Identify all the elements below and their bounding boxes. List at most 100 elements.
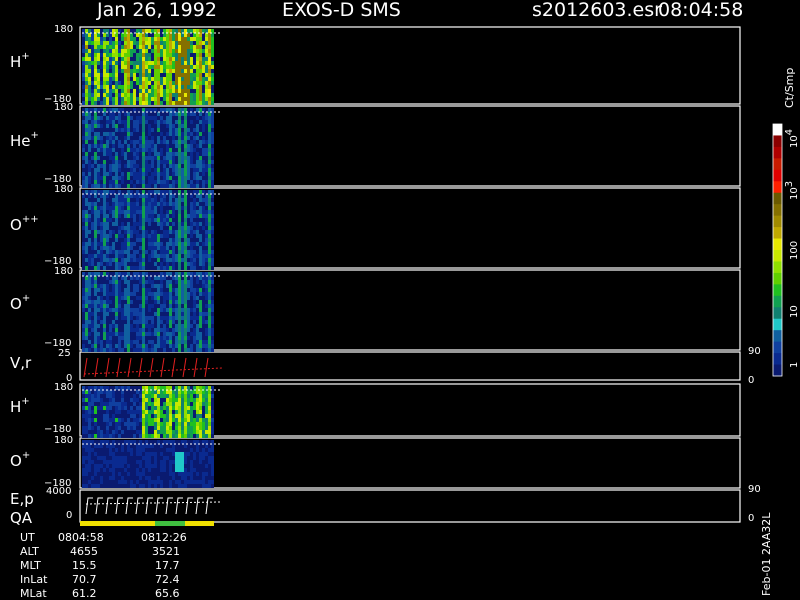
spectrogram-cell	[124, 85, 127, 89]
orbit-row-v1: 0804:58	[58, 531, 104, 544]
spectrogram-cell	[85, 168, 88, 172]
spectrogram-cell	[136, 190, 139, 194]
spectrogram-cell	[166, 426, 169, 430]
spectrogram-cell	[121, 73, 124, 77]
spectrogram-cell	[124, 190, 127, 194]
spectrogram-cell	[178, 414, 181, 418]
spectrogram-cell	[130, 108, 133, 112]
spectrogram-cell	[151, 390, 154, 394]
spectrogram-cell	[94, 218, 97, 222]
spectrogram-cell	[148, 116, 151, 120]
spectrogram-cell	[139, 33, 142, 37]
spectrogram-cell	[202, 246, 205, 250]
spectrogram-cell	[199, 250, 202, 254]
spectrogram-cell	[175, 288, 178, 292]
spectrogram-cell	[178, 124, 181, 128]
spectrogram-cell	[160, 440, 163, 444]
spectrogram-cell	[205, 152, 208, 156]
spectrogram-cell	[184, 81, 187, 85]
spectrogram-cell	[211, 218, 214, 222]
spectrogram-cell	[133, 484, 136, 488]
spectrogram-cell	[199, 37, 202, 41]
spectrogram-cell	[127, 206, 130, 210]
spectrogram-cell	[202, 406, 205, 410]
spectrogram-cell	[139, 194, 142, 198]
spectrogram-cell	[151, 172, 154, 176]
qa-bar-yellow	[80, 521, 214, 526]
spectrogram-cell	[121, 410, 124, 414]
spectrogram-cell	[103, 97, 106, 101]
spectrogram-cell	[193, 448, 196, 452]
spectrogram-cell	[97, 184, 100, 188]
spectrogram-cell	[172, 93, 175, 97]
spectrogram-cell	[127, 434, 130, 438]
spectrogram-cell	[130, 172, 133, 176]
spectrogram-cell	[142, 168, 145, 172]
spectrogram-cell	[136, 300, 139, 304]
spectrogram-cell	[94, 406, 97, 410]
spectrogram-cell	[91, 65, 94, 69]
spectrogram-cell	[85, 61, 88, 65]
spectrogram-cell	[193, 128, 196, 132]
spectrogram-cell	[145, 406, 148, 410]
spectrogram-cell	[85, 77, 88, 81]
spectrogram-cell	[160, 468, 163, 472]
spectrogram-cell	[166, 184, 169, 188]
spectrogram-cell	[88, 320, 91, 324]
spectrogram-cell	[157, 33, 160, 37]
spectrogram-cell	[199, 176, 202, 180]
spectrogram-cell	[193, 312, 196, 316]
spectrogram-cell	[100, 128, 103, 132]
spectrogram-cell	[115, 77, 118, 81]
spectrogram-cell	[91, 332, 94, 336]
spectrogram-cell	[112, 172, 115, 176]
spectrogram-cell	[112, 53, 115, 57]
spectrogram-cell	[106, 29, 109, 33]
spectrogram-cell	[88, 288, 91, 292]
spectrogram-cell	[121, 164, 124, 168]
spectrogram-cell	[178, 480, 181, 484]
orbit-row-v2: 72.4	[155, 573, 180, 586]
spectrogram-cell	[181, 128, 184, 132]
spectrogram-cell	[160, 414, 163, 418]
spectrogram-cell	[106, 280, 109, 284]
spectrogram-cell	[94, 304, 97, 308]
spectrogram-cell	[202, 316, 205, 320]
spectrogram-cell	[196, 194, 199, 198]
spectrogram-cell	[91, 292, 94, 296]
spectrogram-cell	[124, 324, 127, 328]
spectrogram-cell	[196, 460, 199, 464]
colorbar-tick-100: 100	[789, 241, 800, 260]
spectrogram-cell	[118, 484, 121, 488]
spectrogram-cell	[163, 190, 166, 194]
spectrogram-cell	[103, 164, 106, 168]
spectrogram-cell	[145, 398, 148, 402]
spectrogram-cell	[172, 184, 175, 188]
spectrogram-cell	[190, 33, 193, 37]
spectrogram-cell	[202, 386, 205, 390]
spectrogram-cell	[208, 93, 211, 97]
spectrogram-cell	[184, 184, 187, 188]
spectrogram-cell	[82, 254, 85, 258]
spectrogram-cell	[103, 448, 106, 452]
colorbar-swatch	[773, 204, 782, 217]
spectrogram-cell	[166, 242, 169, 246]
spectrogram-cell	[202, 85, 205, 89]
spectrogram-cell	[166, 164, 169, 168]
spectrogram-cell	[196, 77, 199, 81]
spectrogram-cell	[154, 140, 157, 144]
spectrogram-cell	[202, 480, 205, 484]
spectrogram-cell	[97, 472, 100, 476]
spectrogram-cell	[100, 464, 103, 468]
spectrogram-cell	[82, 234, 85, 238]
spectrogram-cell	[169, 468, 172, 472]
spectrogram-cell	[91, 304, 94, 308]
spectrogram-cell	[190, 206, 193, 210]
spectrogram-cell	[133, 390, 136, 394]
spectrogram-cell	[184, 444, 187, 448]
spectrogram-cell	[145, 280, 148, 284]
spectrogram-cell	[97, 180, 100, 184]
spectrogram-cell	[169, 136, 172, 140]
spectrogram-cell	[148, 386, 151, 390]
spectrogram-cell	[103, 284, 106, 288]
